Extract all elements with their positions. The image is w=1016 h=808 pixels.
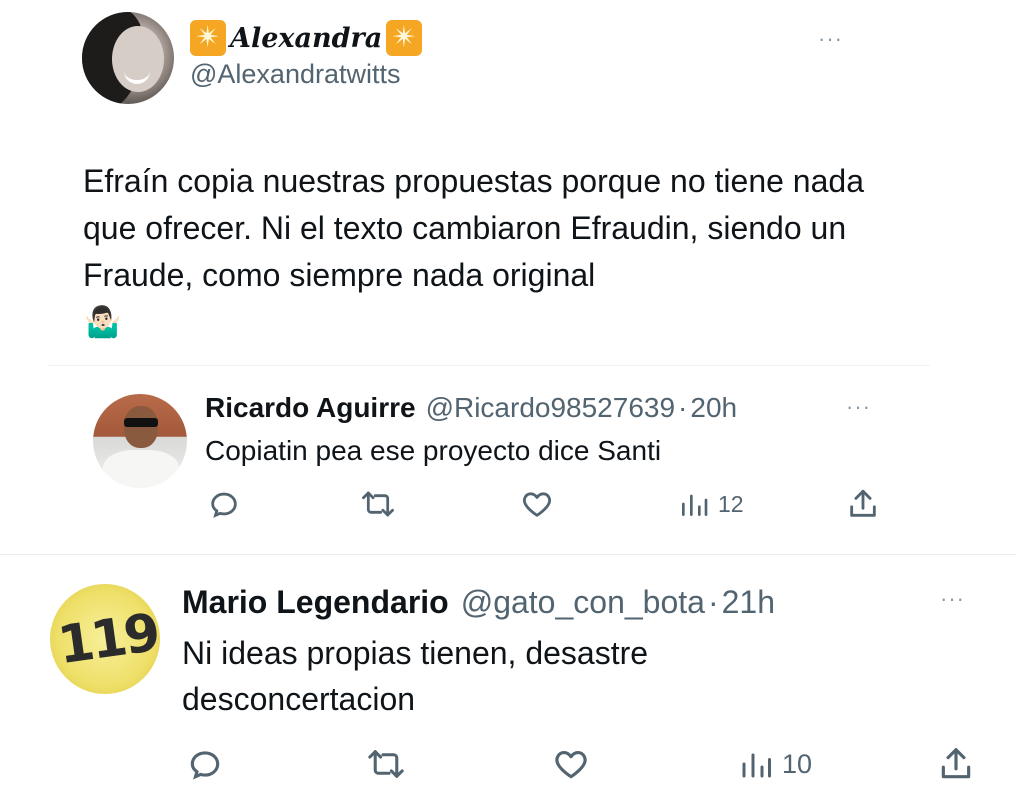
retweet-icon — [362, 491, 394, 517]
reply-text: Ni ideas propias tienen, desastre descon… — [182, 635, 649, 717]
tweet-text: Efraín copia nuestras propuestas porque … — [83, 163, 864, 293]
reply-header: Ricardo Aguirre @Ricardo98527639 · 20h — [205, 392, 737, 424]
share-icon — [941, 748, 971, 779]
reply-author-handle[interactable]: @Ricardo98527639 — [426, 392, 675, 424]
like-icon — [523, 492, 551, 517]
divider — [48, 365, 930, 366]
more-options-icon[interactable]: ··· — [818, 26, 843, 52]
retweet-icon — [368, 750, 404, 778]
divider — [0, 554, 1016, 555]
reply-author-name[interactable]: Ricardo Aguirre — [205, 392, 416, 424]
shrug-emoji: 🤷🏻‍♂️ — [84, 306, 122, 339]
views-button[interactable]: 10 — [738, 745, 812, 783]
like-button[interactable] — [552, 745, 590, 783]
author-name-row[interactable]: ✴ Alexandra ✴ — [190, 18, 423, 58]
more-options-icon[interactable]: ··· — [846, 394, 871, 420]
sparkle-badge-icon: ✴ — [386, 20, 423, 56]
reply-text: Copiatin pea ese proyecto dice Santi — [205, 435, 662, 466]
share-button[interactable] — [937, 745, 975, 783]
views-icon — [682, 494, 708, 516]
views-icon — [742, 753, 771, 778]
avatar-graffiti-number: 119 — [54, 602, 160, 677]
like-icon — [555, 751, 587, 779]
like-button[interactable] — [520, 487, 554, 521]
reply-header: Mario Legendario @gato_con_bota · 21h — [182, 584, 775, 621]
reply-separator: · — [678, 392, 688, 423]
views-button[interactable]: 12 — [678, 487, 744, 521]
avatar-shirt — [103, 450, 179, 488]
author-avatar[interactable] — [82, 12, 174, 104]
retweet-button[interactable] — [366, 745, 406, 783]
avatar-head — [124, 406, 158, 448]
author-display-name[interactable]: Alexandra — [230, 23, 382, 54]
reply-timestamp[interactable]: 20h — [690, 392, 737, 424]
reply-timestamp[interactable]: 21h — [722, 584, 775, 621]
views-count: 10 — [782, 748, 813, 779]
reply-author-handle[interactable]: @gato_con_bota — [461, 584, 705, 621]
reply-button[interactable] — [207, 487, 241, 521]
reply-button[interactable] — [186, 745, 224, 783]
reply-separator: · — [707, 584, 719, 620]
reply-icon — [190, 751, 220, 780]
avatar-sunglasses — [124, 418, 158, 427]
reply-avatar-ricardo[interactable] — [93, 394, 187, 488]
views-count: 12 — [718, 490, 744, 517]
share-button[interactable] — [846, 487, 880, 521]
share-icon — [850, 489, 876, 517]
more-options-icon[interactable]: ··· — [940, 586, 965, 612]
sparkle-badge-icon: ✴ — [190, 20, 226, 56]
reply-author-name[interactable]: Mario Legendario — [182, 584, 449, 621]
retweet-button[interactable] — [360, 487, 396, 521]
reply-avatar-mario[interactable]: 119 — [50, 584, 160, 694]
reply-icon — [211, 492, 237, 518]
author-handle[interactable]: @Alexandratwitts — [190, 59, 401, 90]
